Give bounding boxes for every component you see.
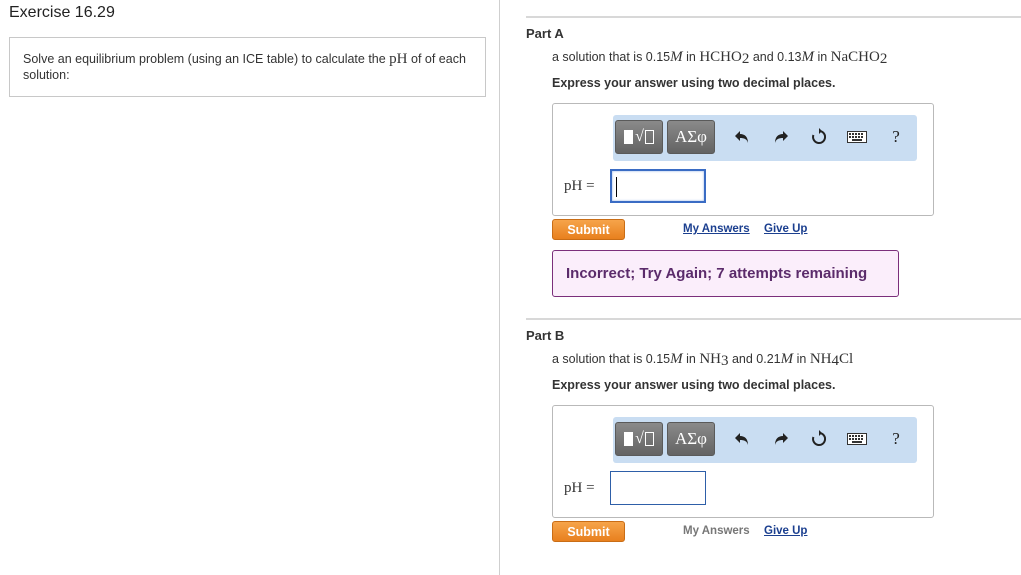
part-b-answer-box: √ ΑΣφ ? pH = [552,405,934,518]
template-box-icon [624,432,634,446]
part-b-formula-salt: NH [809,351,832,367]
part-b-unit-molar-2: M [780,351,794,367]
part-b: Part B a solution that is 0.15M in NH3 a… [526,318,1021,575]
redo-icon[interactable] [768,124,794,150]
part-a-formula-acid: HCHO [699,49,742,65]
part-a-math-toolbar: √ ΑΣφ ? [613,115,917,161]
part-b-answer-input[interactable] [610,471,706,505]
part-b-give-up-link[interactable]: Give Up [764,525,807,537]
part-b-formula-salt-sub: 4 [831,353,840,369]
part-b-math-toolbar: √ ΑΣφ ? [613,417,917,463]
part-a-formula-salt: NaCHO [830,49,880,65]
part-a-instruction: Express your answer using two decimal pl… [552,76,836,90]
problem-math-ph: pH [389,51,408,67]
greek-symbols-button[interactable]: ΑΣφ [667,422,715,456]
undo-icon[interactable] [729,124,755,150]
part-b-formula-base: NH [699,351,721,367]
part-b-question-in-2: in [793,352,810,366]
part-a-question-in: in [682,50,700,64]
part-b-unit-molar: M [670,351,683,367]
part-b-question-text: a solution that is 0.15 [552,352,671,366]
template-box-icon [624,130,634,144]
part-b-title: Part B [526,328,565,343]
part-a-answer-box: √ ΑΣφ ? pH = [552,103,934,216]
part-a-formula-salt-sub: 2 [879,51,888,67]
part-a-question-and: and 0.13 [749,50,802,64]
help-icon[interactable]: ? [883,124,909,150]
keyboard-icon[interactable] [844,426,870,452]
redo-icon[interactable] [768,426,794,452]
part-a-title: Part A [526,26,564,41]
part-b-formula-salt-tail: Cl [839,351,854,367]
part-b-question-in: in [682,352,700,366]
templates-button[interactable]: √ [615,422,663,456]
part-b-answer-label: pH = [564,480,595,496]
help-icon[interactable]: ? [883,426,909,452]
part-a: Part A a solution that is 0.15M in HCHO2… [526,16,1021,306]
part-a-answer-label: pH = [564,178,595,194]
part-a-my-answers-link[interactable]: My Answers [683,223,750,235]
part-a-question-in-2: in [813,50,831,64]
exercise-title: Exercise 16.29 [9,4,115,21]
part-a-feedback: Incorrect; Try Again; 7 attempts remaini… [552,250,899,297]
part-a-unit-molar: M [670,49,683,65]
parts-pane: Part A a solution that is 0.15M in HCHO2… [500,0,1021,575]
part-b-question-and: and 0.21 [728,352,781,366]
part-a-question: a solution that is 0.15M in HCHO2 and 0.… [552,49,887,68]
undo-icon[interactable] [729,426,755,452]
problem-pane: Exercise 16.29 Solve an equilibrium prob… [0,0,500,575]
templates-button[interactable]: √ [615,120,663,154]
part-b-divider [526,318,1021,320]
part-b-submit-button[interactable]: Submit [552,521,625,542]
problem-text-pre: Solve an equilibrium problem (using an I… [23,52,390,66]
keyboard-icon[interactable] [844,124,870,150]
part-b-question: a solution that is 0.15M in NH3 and 0.21… [552,351,853,370]
part-b-instruction: Express your answer using two decimal pl… [552,378,836,392]
reset-icon[interactable] [806,426,832,452]
part-a-answer-input[interactable] [610,169,706,203]
reset-icon[interactable] [806,124,832,150]
radical-icon: √ [635,128,654,146]
part-b-formula-base-sub: 3 [721,353,729,369]
part-a-question-text: a solution that is 0.15 [552,50,671,64]
radical-icon: √ [635,430,654,448]
problem-statement: Solve an equilibrium problem (using an I… [9,37,486,97]
greek-symbols-button[interactable]: ΑΣφ [667,120,715,154]
part-a-give-up-link[interactable]: Give Up [764,223,807,235]
part-b-my-answers-link: My Answers [683,525,750,537]
part-a-divider [526,16,1021,18]
text-caret [616,177,617,197]
part-a-unit-molar-2: M [801,49,814,65]
part-a-submit-button[interactable]: Submit [552,219,625,240]
